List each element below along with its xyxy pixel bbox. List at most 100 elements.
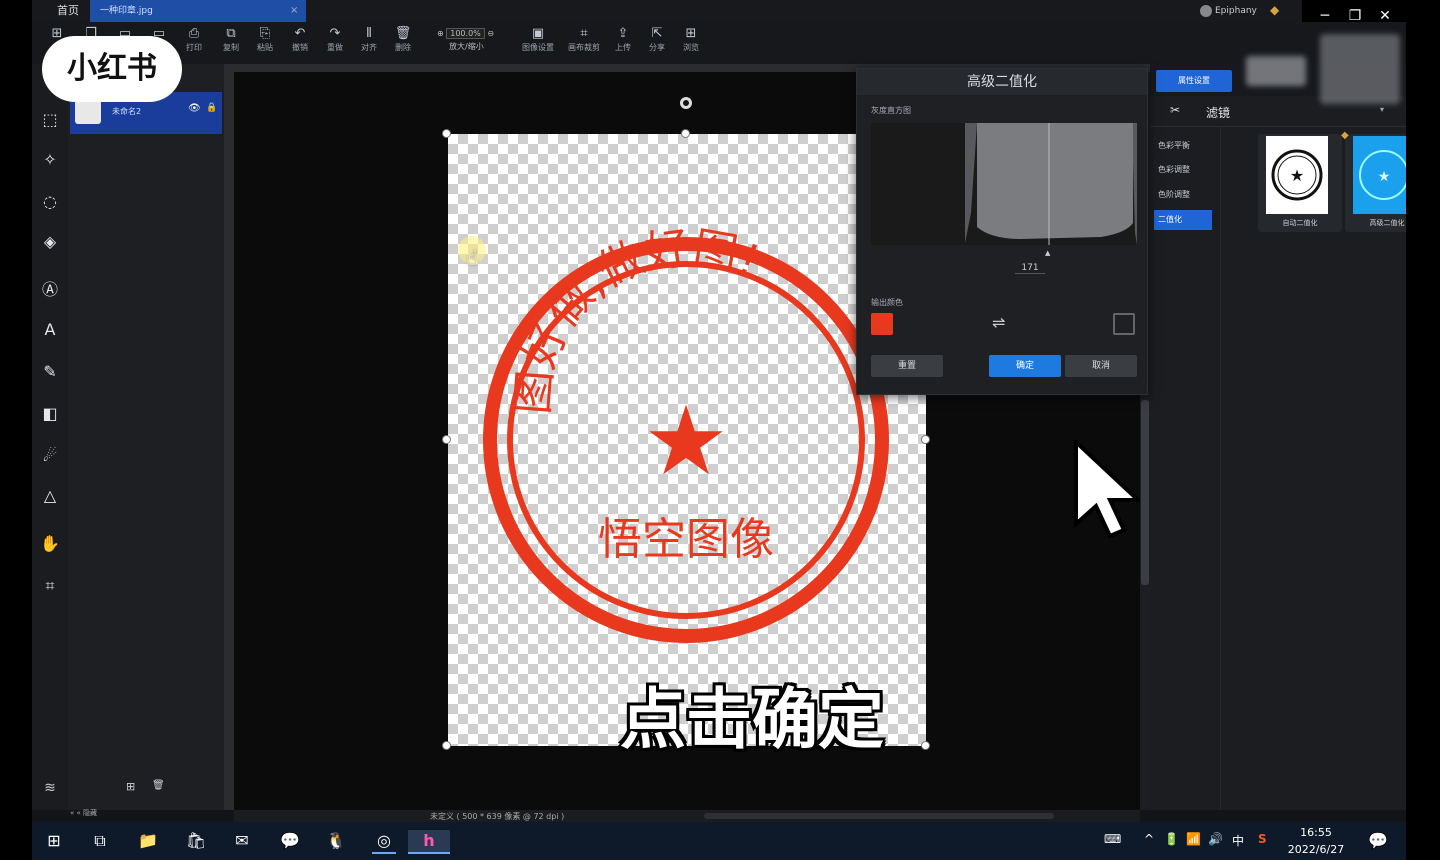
zoom-control[interactable]: ⊕ 100.0% ⊖ 放大/缩小 — [437, 28, 527, 51]
mail-icon[interactable]: ✉ — [230, 830, 254, 852]
threshold-value[interactable]: 171 — [1015, 263, 1045, 274]
sogou-ime-icon[interactable]: S — [1258, 832, 1267, 846]
store-icon[interactable]: 🛍 — [184, 830, 208, 852]
text-tool-icon[interactable]: Ⓐ — [36, 276, 64, 304]
reset-button[interactable]: 重置 — [871, 355, 943, 377]
resize-handle-tl[interactable] — [442, 129, 451, 138]
windows-taskbar: ⊞ ⧉ 📁 🛍 ✉ 💬 🐧 ◎ h ⌨ ^ 🔋 📶 🔊 中 S 16:55 20… — [32, 822, 1406, 860]
resize-handle-right[interactable] — [921, 435, 930, 444]
resize-handle-br[interactable] — [921, 741, 930, 750]
shape-tool-icon[interactable]: △ — [36, 482, 64, 510]
input-method-indicator[interactable]: 中 — [1232, 832, 1244, 849]
toolbar-redo-button[interactable]: ↷ 重做 — [318, 26, 352, 53]
editor-window: 首页 一种印章.jpg × Epiphany ◆ ─ ❐ ✕ ⊞ ❐ ▭ ▭ ⎙… — [32, 0, 1406, 860]
eraser-icon[interactable]: ◧ — [36, 400, 64, 428]
resize-handle-top[interactable] — [681, 129, 690, 138]
tab-home[interactable]: 首页 — [46, 0, 90, 22]
wechat-icon[interactable]: 💬 — [278, 830, 302, 852]
chevron-down-icon[interactable]: ▾ — [1380, 105, 1384, 114]
document-image[interactable]: 图好做,做好图! ★ 悟空图像 — [448, 134, 926, 746]
blurred-region — [1246, 56, 1306, 86]
task-view-icon[interactable]: ⧉ — [88, 830, 112, 852]
stamp-graphic: 图好做,做好图! ★ 悟空图像 — [483, 222, 889, 643]
magic-wand-icon[interactable]: ✧ — [36, 146, 64, 174]
tab-document[interactable]: 一种印章.jpg — [90, 0, 306, 22]
image-editor-app-icon[interactable]: h — [408, 830, 450, 854]
rotate-handle[interactable] — [680, 97, 692, 109]
horizontal-scrollbar[interactable] — [704, 813, 1054, 819]
toolbar-delete-button[interactable]: 🗑 删除 — [386, 26, 420, 53]
lasso-icon[interactable]: ◌ — [36, 188, 64, 216]
collapse-panel-link[interactable]: « « 隐藏 — [70, 808, 97, 818]
marquee-select-icon[interactable]: ⬚ — [36, 106, 64, 134]
filter-category-levels[interactable]: 色阶调整 — [1154, 185, 1212, 205]
start-menu-icon[interactable]: ⊞ — [42, 830, 66, 852]
brush-icon[interactable]: ✎ — [36, 358, 64, 386]
lock-icon[interactable]: 🔒 — [206, 103, 217, 113]
toolbar-copy-button[interactable]: ⧉ 复制 — [214, 26, 248, 53]
browser-icon[interactable]: ◎ — [372, 830, 396, 854]
toolbar-crop-canvas-button[interactable]: ⌗ 画布裁剪 — [562, 26, 606, 53]
fill-bucket-icon[interactable]: ◈ — [36, 228, 64, 256]
status-bar: 未定义 ( 500 * 639 像素 @ 72 dpi ) — [234, 810, 1140, 822]
filter-category-binarize[interactable]: 二值化 — [1154, 210, 1212, 230]
toolbar-undo-button[interactable]: ↶ 撤销 — [283, 26, 317, 53]
smudge-icon[interactable]: ☄ — [36, 442, 64, 470]
hand-tool-icon[interactable]: ✋ — [36, 530, 64, 558]
brand-name: Epiphany — [1215, 6, 1257, 16]
resize-handle-left[interactable] — [442, 435, 451, 444]
toolbar-align-button[interactable]: ⫴ 对齐 — [352, 26, 386, 53]
swap-colors-icon[interactable]: ⇌ — [992, 313, 1005, 332]
show-hidden-icons[interactable]: ^ — [1144, 832, 1154, 846]
filter-card-auto-binarize[interactable]: ★ 自动二值化 — [1258, 134, 1342, 232]
cancel-button[interactable]: 取消 — [1065, 355, 1137, 377]
qq-icon[interactable]: 🐧 — [324, 830, 348, 852]
volume-icon[interactable]: 🔊 — [1208, 832, 1223, 846]
upload-icon: ⇪ — [617, 26, 629, 41]
resize-handle-bl[interactable] — [442, 741, 451, 750]
stamp-bottom-text: 悟空图像 — [598, 514, 774, 565]
system-clock[interactable]: 16:55 2022/6/27 — [1286, 824, 1346, 858]
keyboard-icon[interactable]: ⌨ — [1104, 832, 1121, 846]
filter-category-color-balance[interactable]: 色彩平衡 — [1154, 136, 1212, 156]
toolbar-share-button[interactable]: ⇱ 分享 — [640, 26, 674, 53]
vertical-scroll-thumb[interactable] — [1141, 400, 1149, 585]
toolbar-upload-button[interactable]: ⇪ 上传 — [606, 26, 640, 53]
zoom-value-field[interactable]: 100.0% — [446, 28, 485, 39]
toolbar-image-settings-button[interactable]: ▣ 图像设置 — [516, 26, 560, 53]
background-color-swatch[interactable] — [1113, 313, 1135, 335]
font-style-icon[interactable]: A — [36, 316, 64, 344]
filter-icon: ✂ — [1170, 103, 1181, 117]
toolbar-paste-button[interactable]: ⎘ 粘贴 — [248, 26, 282, 53]
output-color-label: 输出颜色 — [871, 298, 903, 307]
foreground-color-swatch[interactable] — [871, 313, 893, 335]
battery-icon[interactable]: 🔋 — [1164, 832, 1179, 846]
toolbar-print-button[interactable]: ⎙ 打印 — [177, 26, 211, 53]
panel-divider — [1220, 126, 1221, 810]
confirm-button[interactable]: 确定 — [989, 355, 1061, 377]
add-layer-icon[interactable]: ⊞ — [126, 780, 135, 793]
grayscale-histogram — [871, 123, 1137, 245]
zoom-in-icon[interactable]: ⊕ — [437, 29, 444, 38]
xiaohongshu-watermark: 小红书 — [42, 36, 182, 102]
delete-layer-icon[interactable]: 🗑 — [152, 780, 165, 791]
crop-tool-icon[interactable]: ⌗ — [36, 572, 64, 600]
tool-palette: ⬚ ✧ ◌ ◈ Ⓐ A ✎ ◧ ☄ △ ✋ ⌗ ≋ — [32, 64, 69, 810]
threshold-slider-handle[interactable]: ▲ — [1045, 249, 1050, 257]
close-tab-icon[interactable]: × — [290, 0, 304, 22]
vip-gem-icon[interactable]: ◆ — [1270, 3, 1279, 17]
card-label-advanced: 高级二值化 — [1369, 219, 1405, 227]
blurred-avatar — [1320, 34, 1400, 104]
filter-card-advanced-binarize[interactable]: ★ 高级二值化 ◆ — [1341, 130, 1406, 232]
toolbar-browse-button[interactable]: ⊞ 浏览 — [674, 26, 708, 53]
notification-icon[interactable]: 💬 — [1366, 830, 1390, 852]
zoom-out-icon[interactable]: ⊖ — [487, 29, 494, 38]
svg-text:★: ★ — [1290, 166, 1304, 185]
layers-toggle-icon[interactable]: ≋ — [36, 780, 64, 802]
tab-properties[interactable]: 属性设置 — [1156, 70, 1232, 92]
align-icon: ⫴ — [366, 26, 372, 41]
wifi-icon[interactable]: 📶 — [1186, 832, 1201, 846]
filter-category-color-adjust[interactable]: 色彩调整 — [1154, 160, 1212, 180]
file-explorer-icon[interactable]: 📁 — [136, 830, 160, 852]
visibility-eye-icon[interactable]: 👁 — [188, 103, 201, 114]
